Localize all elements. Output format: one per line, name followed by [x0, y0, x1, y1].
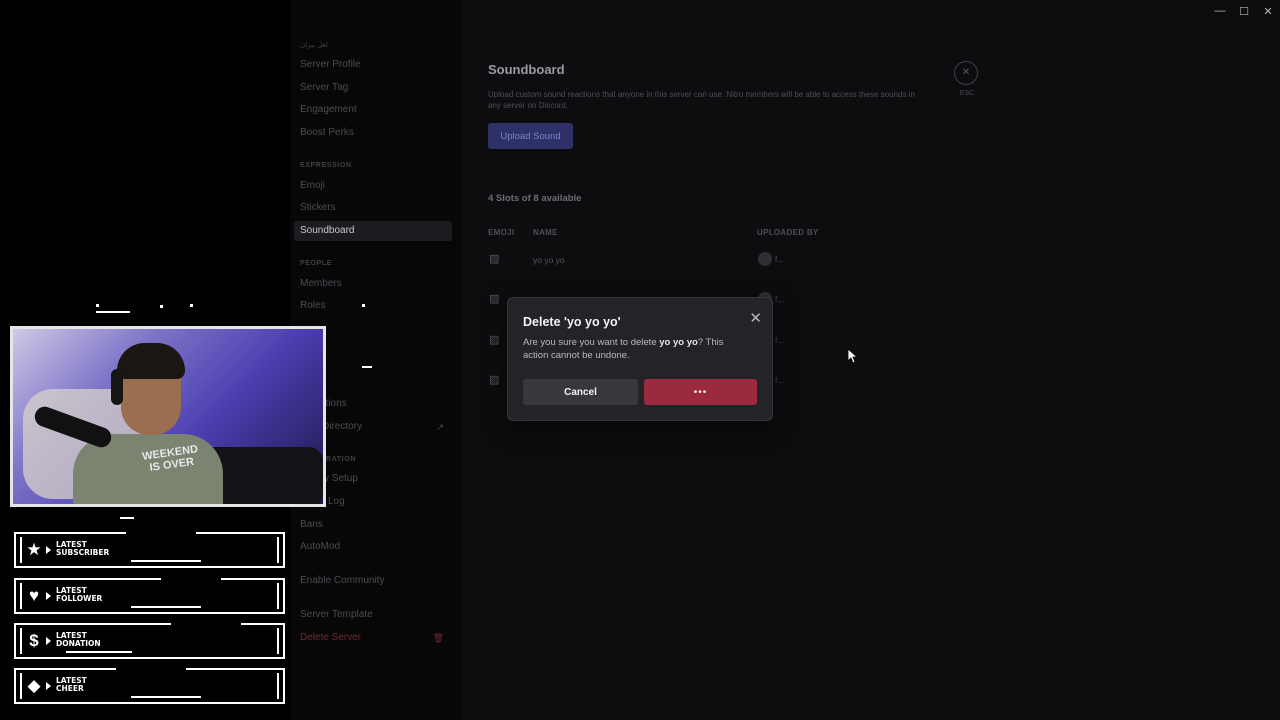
cancel-button[interactable]: Cancel	[523, 379, 638, 405]
column-header-emoji: EMOJI	[488, 228, 515, 237]
sidebar-item-roles[interactable]: Roles	[294, 296, 452, 316]
sidebar-item-enable-community[interactable]: Enable Community	[294, 571, 452, 591]
sidebar-item-delete-server[interactable]: Delete Server 🗑	[294, 628, 452, 648]
latest-donation-widget: $ LATEST DONATION	[14, 623, 285, 659]
sidebar-item-label: Directory	[322, 421, 363, 432]
avatar	[758, 252, 772, 266]
dollar-icon: $	[29, 631, 39, 650]
sidebar-item-soundboard[interactable]: Soundboard	[294, 221, 452, 241]
delete-sound-dialog: Delete 'yo yo yo' ✕ Are you sure you wan…	[507, 297, 773, 421]
webcam-feed: WEEKEND IS OVER	[10, 326, 326, 507]
widget-decoration	[131, 606, 201, 608]
star-icon: ★	[26, 540, 42, 559]
sidebar-item-boost-perks[interactable]: Boost Perks	[294, 123, 452, 143]
widget-decoration	[66, 651, 132, 653]
overlay-decoration	[362, 366, 372, 368]
sound-name[interactable]: yo yo yo	[533, 255, 565, 265]
heart-icon: ♥	[28, 586, 40, 605]
sidebar-item-server-tag[interactable]: Server Tag	[294, 78, 452, 98]
image-icon: ▨	[489, 334, 500, 346]
people-header: PEOPLE	[300, 260, 332, 267]
widget-label-line2: FOLLOWER	[56, 594, 103, 603]
window-controls: — ☐ ✕	[1208, 0, 1280, 22]
dialog-message-sound-name: yo yo yo	[659, 337, 698, 348]
diamond-icon: ◆	[27, 676, 41, 695]
overlay-decoration	[190, 304, 193, 307]
uploader-name: f...	[775, 255, 784, 264]
delete-confirm-button[interactable]: •••	[644, 379, 757, 405]
moderation-header: RATION	[326, 456, 356, 463]
image-icon: ▨	[489, 374, 500, 386]
latest-cheer-widget: ◆ LATEST CHEER	[14, 668, 285, 704]
webcam-person-hair	[117, 343, 185, 379]
widget-decoration	[131, 560, 201, 562]
image-icon: ▨	[489, 253, 500, 265]
latest-subscriber-widget: ★ LATEST SUBSCRIBER	[14, 532, 285, 568]
uploader-name: f...	[775, 376, 784, 385]
widget-decoration	[116, 668, 186, 670]
sidebar-item-members[interactable]: Members	[294, 274, 452, 294]
headphones-icon	[111, 369, 123, 405]
expression-header: EXPRESSION	[300, 162, 352, 169]
column-header-name: NAME	[533, 228, 558, 237]
server-name-header: اهل بيزان	[300, 42, 328, 49]
widget-decoration	[126, 532, 196, 534]
uploader-name: f...	[775, 336, 784, 345]
sidebar-item-emoji[interactable]: Emoji	[294, 176, 452, 196]
widget-decoration	[131, 696, 201, 698]
widget-label-line2: DONATION	[56, 639, 101, 648]
page-description: Upload custom sound reactions that anyon…	[488, 90, 915, 110]
esc-close-control[interactable]: ✕ ESC	[954, 61, 980, 97]
upload-sound-button[interactable]: Upload Sound	[488, 123, 573, 149]
sidebar-item-server-template[interactable]: Server Template	[294, 605, 452, 625]
minimize-button[interactable]: —	[1208, 0, 1232, 22]
close-icon[interactable]: ✕	[749, 309, 762, 327]
sidebar-item-stickers[interactable]: Stickers	[294, 198, 452, 218]
widget-decoration	[171, 623, 241, 625]
widget-label: LATEST DONATION	[56, 632, 101, 648]
widget-label: LATEST SUBSCRIBER	[56, 541, 109, 557]
sidebar-item-automod[interactable]: AutoMod	[294, 537, 452, 557]
trash-icon: 🗑	[432, 633, 444, 643]
overlay-decoration	[96, 311, 130, 313]
chevron-right-icon	[46, 592, 51, 600]
sidebar-item-safety-setup[interactable]: y Setup	[324, 469, 452, 489]
dialog-message: Are you sure you want to delete yo yo yo…	[523, 336, 748, 362]
widget-label-line2: CHEER	[56, 684, 84, 693]
close-icon[interactable]: ✕	[954, 61, 978, 85]
close-window-button[interactable]: ✕	[1256, 0, 1280, 22]
overlay-decoration	[96, 304, 99, 307]
chevron-right-icon	[46, 637, 51, 645]
sidebar-item-server-profile[interactable]: Server Profile	[294, 55, 452, 75]
widget-decoration	[161, 578, 221, 580]
overlay-decoration	[362, 304, 365, 307]
chevron-right-icon	[46, 546, 51, 554]
latest-follower-widget: ♥ LATEST FOLLOWER	[14, 578, 285, 614]
external-link-icon: ↗	[436, 422, 444, 432]
page-title: Soundboard	[488, 62, 565, 77]
overlay-decoration	[120, 517, 134, 519]
sidebar-item-audit-log[interactable]: Log	[328, 492, 452, 512]
dialog-message-start: Are you sure you want to delete	[523, 337, 660, 348]
maximize-button[interactable]: ☐	[1232, 0, 1256, 22]
image-icon: ▨	[489, 293, 500, 305]
sidebar-item-engagement[interactable]: Engagement	[294, 100, 452, 120]
slots-counter: 4 Slots of 8 available	[488, 193, 582, 204]
widget-label: LATEST FOLLOWER	[56, 587, 102, 603]
sidebar-item-bans[interactable]: Bans	[294, 515, 452, 535]
dialog-title: Delete 'yo yo yo'	[523, 315, 621, 329]
column-header-uploaded-by: UPLOADED BY	[757, 228, 819, 237]
esc-label: ESC	[959, 90, 975, 97]
overlay-decoration	[160, 305, 163, 308]
uploader-name: f...	[775, 295, 784, 304]
widget-label-line2: SUBSCRIBER	[56, 548, 110, 557]
sidebar-item-label: Delete Server	[300, 632, 362, 643]
widget-label: LATEST CHEER	[56, 677, 87, 693]
sidebar-item-integrations[interactable]: ations	[320, 394, 452, 414]
chevron-right-icon	[46, 682, 51, 690]
sidebar-item-app-directory[interactable]: Directory ↗	[322, 417, 452, 437]
